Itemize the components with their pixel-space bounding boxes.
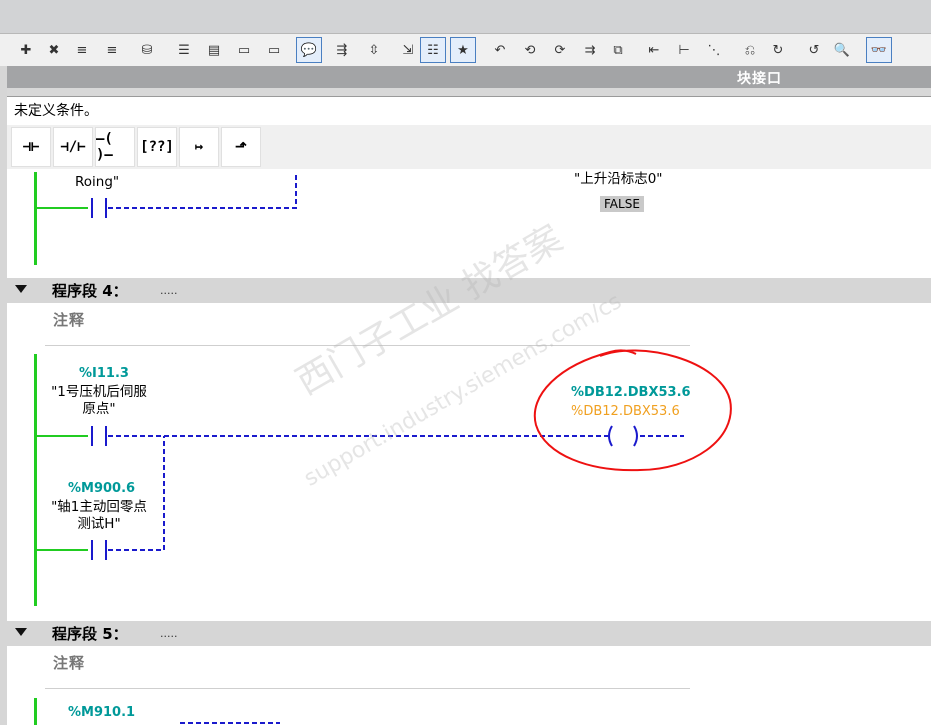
coil-address[interactable]: %DB12.DBX53.6	[571, 385, 691, 400]
network-title-placeholder[interactable]: .....	[160, 284, 177, 297]
comment-divider	[45, 688, 690, 689]
network-title: 程序段 5：	[52, 625, 128, 643]
coil-right-arc	[633, 425, 638, 447]
monitor-value: FALSE	[600, 196, 644, 212]
contact-address[interactable]: %M900.6	[68, 481, 135, 496]
network-title: 程序段 4：	[52, 282, 128, 300]
contact-name: Roing"	[75, 174, 120, 190]
branch-wire	[108, 172, 297, 209]
ladder-diagram	[34, 172, 732, 725]
power-rail	[34, 354, 37, 606]
collapse-triangle-icon[interactable]	[15, 285, 27, 293]
coil-name: "上升沿标志0"	[574, 171, 663, 187]
contact-name: "轴1主动回零点 测试H"	[51, 499, 147, 532]
contact-name: "1号压机后伺服 原点"	[51, 384, 147, 417]
network-comment[interactable]: 注释	[53, 309, 85, 330]
coil-monitor-address: %DB12.DBX53.6	[571, 404, 680, 419]
network-comment[interactable]: 注释	[53, 652, 85, 673]
coil-left-arc	[608, 425, 613, 447]
network-header-5[interactable]: 程序段 5： .....	[7, 621, 931, 646]
contact-address[interactable]: %M910.1	[68, 705, 135, 720]
power-rail	[34, 698, 37, 725]
network-title-placeholder[interactable]: .....	[160, 627, 177, 640]
collapse-triangle-icon[interactable]	[15, 628, 27, 636]
contact-address[interactable]: %I11.3	[79, 366, 129, 381]
power-rail	[34, 172, 37, 265]
